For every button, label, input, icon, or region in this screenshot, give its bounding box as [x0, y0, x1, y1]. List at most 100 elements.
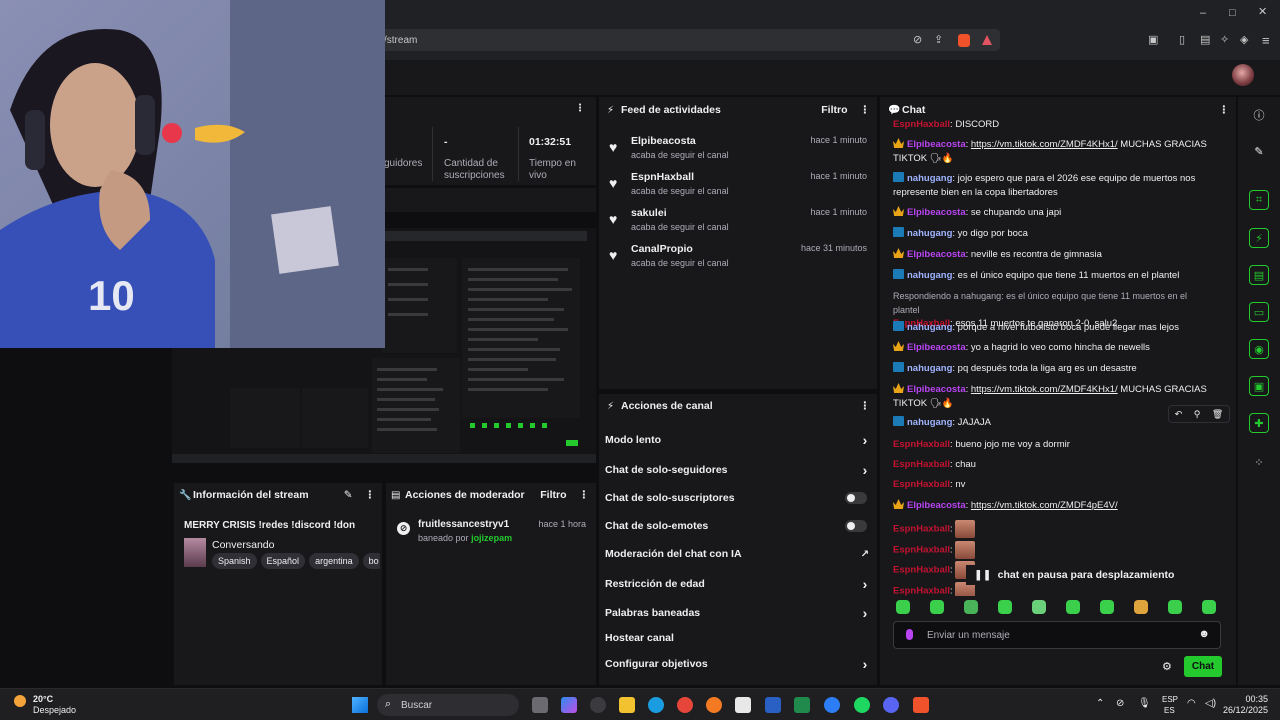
feed-filter-button[interactable]: Filtro [821, 104, 847, 116]
copilot-icon[interactable] [561, 697, 577, 713]
chat-username[interactable]: Elpibeacosta [907, 384, 966, 395]
monitor-icon[interactable]: ▣ [1249, 376, 1269, 396]
clock-date[interactable]: 26/12/2025 [1223, 705, 1268, 715]
emote-icon[interactable] [998, 600, 1012, 614]
actions-menu-icon[interactable]: ⋮ [860, 400, 870, 412]
clock-time[interactable]: 00:35 [1245, 694, 1268, 704]
emote-icon[interactable] [964, 600, 978, 614]
chat-username[interactable]: Elpibeacosta [907, 139, 966, 150]
stats-menu-icon[interactable]: ⋮ [575, 103, 585, 114]
crown-badge-icon[interactable] [893, 138, 904, 148]
info-menu-icon[interactable]: ⋮ [365, 489, 375, 501]
chat-username[interactable]: Elpibeacosta [907, 207, 966, 218]
emote-icon[interactable] [930, 600, 944, 614]
feed-menu-icon[interactable]: ⋮ [860, 104, 870, 116]
chat-emote[interactable] [955, 520, 976, 538]
chat-username[interactable]: nahugang [907, 417, 952, 428]
brave-icon[interactable] [913, 697, 929, 713]
microphone-icon[interactable]: 🎙 [1138, 698, 1151, 709]
feed-item[interactable]: ♥ CanalPropio acaba de seguir el canal h… [609, 243, 867, 273]
reply-icon[interactable]: ↶ [1175, 409, 1183, 420]
language-code[interactable]: ESP [1162, 695, 1178, 704]
reading-mode-icon[interactable]: ▣ [1148, 35, 1158, 46]
chat-username[interactable]: EspnHaxball [893, 524, 950, 535]
pin-icon[interactable]: ⚲ [1194, 409, 1201, 420]
chat-username[interactable]: EspnHaxball [893, 439, 950, 450]
discord-icon[interactable] [883, 697, 899, 713]
ai-icon[interactable]: ✧ [1220, 35, 1229, 46]
zoom-icon[interactable] [824, 697, 840, 713]
volume-icon[interactable]: ◁) [1205, 698, 1216, 709]
prime-badge-icon[interactable] [893, 416, 904, 426]
tag[interactable]: Spanish [212, 553, 257, 569]
action-subs-only[interactable]: Chat de solo-suscriptores [605, 490, 871, 506]
chat-username[interactable]: nahugang [907, 270, 952, 281]
chat-username[interactable]: nahugang [907, 322, 952, 333]
chat-username[interactable]: Elpibeacosta [907, 342, 966, 353]
edge-icon[interactable] [648, 697, 664, 713]
action-age-restriction[interactable]: Restricción de edad › [605, 576, 871, 592]
action-banned-words[interactable]: Palabras baneadas › [605, 605, 871, 621]
chat-menu-icon[interactable]: ⋮ [1219, 104, 1229, 116]
github-icon[interactable] [590, 697, 606, 713]
chat-username[interactable]: EspnHaxball [893, 586, 950, 596]
pencil-icon[interactable]: ✎ [1249, 141, 1269, 161]
emote-picker-icon[interactable] [906, 629, 913, 640]
wifi-icon[interactable]: ◠ [1187, 698, 1196, 709]
settings-gear-icon[interactable]: ⚙ [1162, 660, 1172, 673]
crown-badge-icon[interactable] [893, 383, 904, 393]
firefox-icon[interactable] [706, 697, 722, 713]
chat-username[interactable]: nahugang [907, 228, 952, 239]
sidebar-icon[interactable]: ▯ [1179, 35, 1185, 46]
action-ai-moderation[interactable]: Moderación del chat con IA ↗ [605, 546, 871, 562]
chrome-icon[interactable] [677, 697, 693, 713]
chat-username[interactable]: EspnHaxball [893, 479, 950, 490]
broadcast-icon[interactable]: ◉ [1249, 339, 1269, 359]
extensions-icon[interactable]: ⁘ [1249, 452, 1269, 472]
word-icon[interactable] [765, 697, 781, 713]
edit-icon[interactable]: ✎ [344, 489, 353, 501]
mod-menu-icon[interactable]: ⋮ [579, 489, 589, 501]
share-icon[interactable]: ⇪ [934, 35, 943, 46]
chat-link[interactable]: https://vm.tiktok.com/ZMDF4KHx1/ [971, 384, 1118, 395]
tray-chevron-icon[interactable]: ⌃ [1096, 698, 1104, 709]
feed-item[interactable]: ♥ sakulei acaba de seguir el canal hace … [609, 207, 867, 237]
brave-shield-icon[interactable] [958, 34, 970, 47]
mod-by-user[interactable]: jojizepam [471, 533, 512, 543]
emote-icon[interactable] [1202, 600, 1216, 614]
action-emotes-only[interactable]: Chat de solo-emotes [605, 518, 871, 534]
wallet-icon[interactable]: ▤ [1200, 35, 1210, 46]
wrench-icon[interactable]: ✚ [1249, 413, 1269, 433]
windows-start-icon[interactable] [352, 697, 368, 713]
emote-icon[interactable] [896, 600, 910, 614]
taskbar-search[interactable]: ⌕ Buscar [377, 694, 519, 716]
prime-badge-icon[interactable] [893, 269, 904, 279]
mod-filter-button[interactable]: Filtro [540, 489, 566, 501]
smiley-icon[interactable]: ☻ [1198, 628, 1210, 640]
prime-badge-icon[interactable] [893, 227, 904, 237]
emote-icon[interactable] [1066, 600, 1080, 614]
chat-send-button[interactable]: Chat [1184, 656, 1222, 677]
action-host-channel[interactable]: Hostear canal [605, 630, 871, 646]
prime-badge-icon[interactable] [893, 321, 904, 331]
language-region[interactable]: ES [1164, 706, 1175, 715]
tag[interactable]: argentina [309, 553, 359, 569]
chat-username[interactable]: Elpibeacosta [907, 249, 966, 260]
chat-input[interactable]: Enviar un mensaje ☻ [893, 621, 1221, 649]
vpn-icon[interactable]: ◈ [1240, 35, 1248, 46]
emotes-only-toggle[interactable] [845, 520, 867, 532]
prime-badge-icon[interactable] [893, 362, 904, 372]
feed-item[interactable]: ♥ Elpibeacosta acaba de seguir el canal … [609, 135, 867, 165]
chat-paused-banner[interactable]: ❚❚ chat en pausa para desplazamiento [966, 565, 1176, 585]
chat-username[interactable]: EspnHaxball [893, 459, 950, 470]
eye-off-icon[interactable]: ⊘ [913, 35, 922, 46]
action-followers-only[interactable]: Chat de solo-seguidores › [605, 462, 871, 478]
address-bar[interactable] [380, 29, 1000, 51]
maximize-icon[interactable]: □ [1229, 8, 1236, 19]
clipboard-icon[interactable]: ▤ [1249, 265, 1269, 285]
screen-icon[interactable]: ⌗ [1249, 190, 1269, 210]
chat-username[interactable]: nahugang [907, 173, 952, 184]
chat-username[interactable]: nahugang [907, 363, 952, 374]
bolt-icon[interactable]: ⚡ [1249, 228, 1269, 248]
excel-icon[interactable] [794, 697, 810, 713]
